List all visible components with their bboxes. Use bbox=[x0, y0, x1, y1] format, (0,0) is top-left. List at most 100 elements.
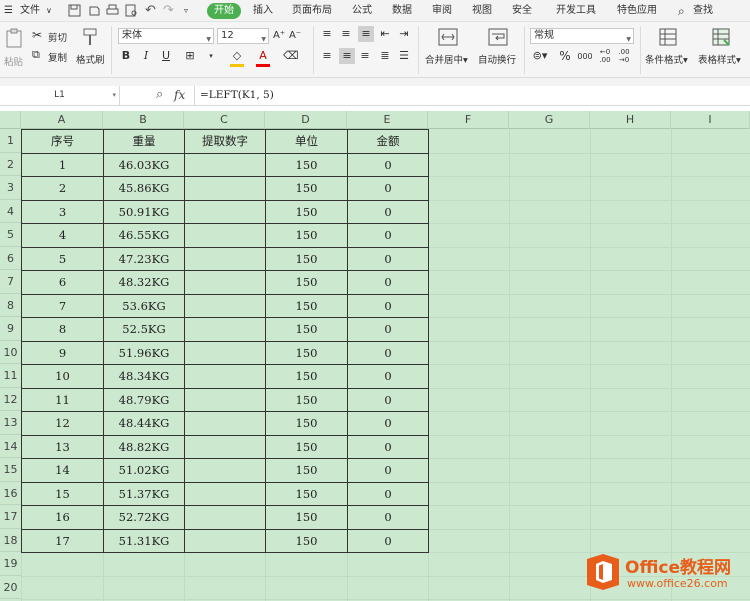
thousands-button[interactable]: 000 bbox=[576, 49, 594, 65]
fill-color-icon[interactable]: ◇ bbox=[230, 48, 244, 67]
table-cell[interactable]: 0 bbox=[347, 270, 429, 295]
data-table[interactable]: 序号 重量 提取数字 单位 金额 1 46.03KG 150 0 2 45.86KG 150 0 3 50… bbox=[21, 129, 429, 553]
table-cell[interactable]: 17 bbox=[21, 528, 104, 553]
table-cell[interactable]: 48.32KG bbox=[103, 270, 185, 295]
font-shrink-button[interactable]: A⁻ bbox=[288, 28, 302, 44]
row-header[interactable]: 8 bbox=[0, 294, 21, 317]
hamburger-icon[interactable]: ☰ bbox=[4, 0, 13, 22]
chevron-down-icon[interactable]: ∨ bbox=[46, 0, 52, 22]
undo-icon[interactable]: ↶ bbox=[145, 0, 156, 22]
row-header[interactable]: 17 bbox=[0, 505, 21, 529]
column-header[interactable]: F bbox=[428, 111, 509, 129]
table-cell[interactable]: 51.02KG bbox=[103, 458, 185, 483]
table-cell[interactable]: 13 bbox=[21, 434, 104, 459]
tab-data[interactable]: 数据 bbox=[392, 0, 412, 22]
align-right-icon[interactable]: ≡ bbox=[358, 48, 372, 64]
table-cell[interactable]: 46.03KG bbox=[103, 152, 185, 177]
table-cell[interactable]: 47.23KG bbox=[103, 246, 185, 271]
indent-left-icon[interactable]: ⇤ bbox=[378, 26, 392, 42]
table-cell[interactable]: 0 bbox=[347, 199, 429, 224]
name-box[interactable]: L1 ▾ bbox=[0, 86, 120, 105]
column-header[interactable]: G bbox=[509, 111, 590, 129]
table-header-cell[interactable]: 单位 bbox=[265, 129, 348, 154]
justify-icon[interactable]: ≣ bbox=[378, 48, 392, 64]
clear-format-icon[interactable]: ⌫ bbox=[283, 48, 299, 64]
table-cell[interactable] bbox=[184, 152, 266, 177]
column-header[interactable]: A bbox=[21, 111, 103, 129]
chevron-down-icon[interactable]: ▾ bbox=[112, 86, 116, 105]
table-cell[interactable]: 6 bbox=[21, 270, 104, 295]
table-cell[interactable] bbox=[184, 528, 266, 553]
conditional-format-icon[interactable] bbox=[659, 28, 677, 46]
table-cell[interactable]: 0 bbox=[347, 176, 429, 201]
table-cell[interactable]: 0 bbox=[347, 246, 429, 271]
row-header[interactable]: 16 bbox=[0, 482, 21, 505]
align-middle-icon[interactable]: ≡ bbox=[339, 26, 353, 42]
row-header[interactable]: 1 bbox=[0, 129, 21, 153]
align-top-icon[interactable]: ≡ bbox=[320, 26, 334, 42]
table-header-cell[interactable]: 金额 bbox=[347, 129, 429, 154]
table-cell[interactable]: 150 bbox=[265, 458, 348, 483]
table-cell[interactable] bbox=[184, 411, 266, 436]
increase-decimal-icon[interactable]: ←0.00 bbox=[597, 48, 613, 64]
table-cell[interactable]: 150 bbox=[265, 481, 348, 506]
table-cell[interactable]: 48.79KG bbox=[103, 387, 185, 412]
merge-center-icon[interactable] bbox=[438, 28, 458, 46]
tab-formulas[interactable]: 公式 bbox=[352, 0, 372, 22]
row-header[interactable]: 12 bbox=[0, 388, 21, 411]
decrease-decimal-icon[interactable]: .00 →0 bbox=[616, 48, 632, 64]
table-cell[interactable]: 150 bbox=[265, 528, 348, 553]
percent-button[interactable]: % bbox=[558, 48, 572, 64]
column-header[interactable]: I bbox=[671, 111, 750, 129]
tab-start[interactable]: 开始 bbox=[207, 3, 241, 19]
row-header[interactable]: 13 bbox=[0, 411, 21, 435]
table-cell[interactable]: 0 bbox=[347, 458, 429, 483]
table-cell[interactable] bbox=[184, 387, 266, 412]
select-all-corner[interactable] bbox=[0, 111, 21, 129]
formula-input[interactable]: =LEFT(K1, 5) bbox=[200, 89, 274, 101]
table-cell[interactable]: 12 bbox=[21, 411, 104, 436]
table-cell[interactable]: 150 bbox=[265, 505, 348, 530]
scissors-icon[interactable]: ✂ bbox=[32, 27, 42, 43]
copy-icon[interactable]: ⧉ bbox=[32, 47, 40, 63]
table-cell[interactable]: 50.91KG bbox=[103, 199, 185, 224]
table-style-button[interactable]: 表格样式▾ bbox=[698, 52, 741, 66]
table-cell[interactable]: 48.82KG bbox=[103, 434, 185, 459]
table-cell[interactable]: 11 bbox=[21, 387, 104, 412]
table-header-cell[interactable]: 序号 bbox=[21, 129, 104, 154]
table-cell[interactable]: 4 bbox=[21, 223, 104, 248]
table-cell[interactable]: 51.96KG bbox=[103, 340, 185, 365]
table-cell[interactable] bbox=[184, 176, 266, 201]
table-cell[interactable]: 150 bbox=[265, 293, 348, 318]
table-cell[interactable]: 52.5KG bbox=[103, 317, 185, 342]
table-cell[interactable]: 2 bbox=[21, 176, 104, 201]
table-cell[interactable]: 53.6KG bbox=[103, 293, 185, 318]
table-cell[interactable] bbox=[184, 364, 266, 389]
border-icon[interactable]: ⊞ bbox=[183, 48, 197, 64]
column-header[interactable]: B bbox=[103, 111, 184, 129]
cut-button[interactable]: 剪切 bbox=[48, 30, 67, 44]
font-family-select[interactable]: 宋体 ▼ bbox=[118, 28, 214, 44]
align-left-icon[interactable]: ≡ bbox=[320, 48, 334, 64]
paste-label[interactable]: 粘贴 bbox=[4, 54, 23, 68]
table-cell[interactable] bbox=[184, 270, 266, 295]
table-style-icon[interactable] bbox=[712, 28, 730, 46]
table-cell[interactable]: 150 bbox=[265, 411, 348, 436]
table-cell[interactable] bbox=[184, 434, 266, 459]
row-header[interactable]: 18 bbox=[0, 529, 21, 552]
table-cell[interactable]: 48.34KG bbox=[103, 364, 185, 389]
zoom-formula-icon[interactable]: ⌕ bbox=[156, 87, 163, 102]
font-size-select[interactable]: 12 ▼ bbox=[217, 28, 269, 44]
search-label[interactable]: 查找 bbox=[693, 0, 713, 22]
menu-file[interactable]: 文件 bbox=[20, 0, 40, 22]
export-icon[interactable] bbox=[88, 4, 101, 17]
table-header-cell[interactable]: 提取数字 bbox=[184, 129, 266, 154]
table-cell[interactable] bbox=[184, 199, 266, 224]
table-cell[interactable]: 150 bbox=[265, 246, 348, 271]
column-header[interactable]: C bbox=[184, 111, 265, 129]
table-cell[interactable] bbox=[184, 505, 266, 530]
row-header[interactable]: 9 bbox=[0, 317, 21, 341]
column-header[interactable]: H bbox=[590, 111, 671, 129]
distribute-icon[interactable]: ☰ bbox=[397, 48, 411, 64]
table-cell[interactable]: 0 bbox=[347, 528, 429, 553]
